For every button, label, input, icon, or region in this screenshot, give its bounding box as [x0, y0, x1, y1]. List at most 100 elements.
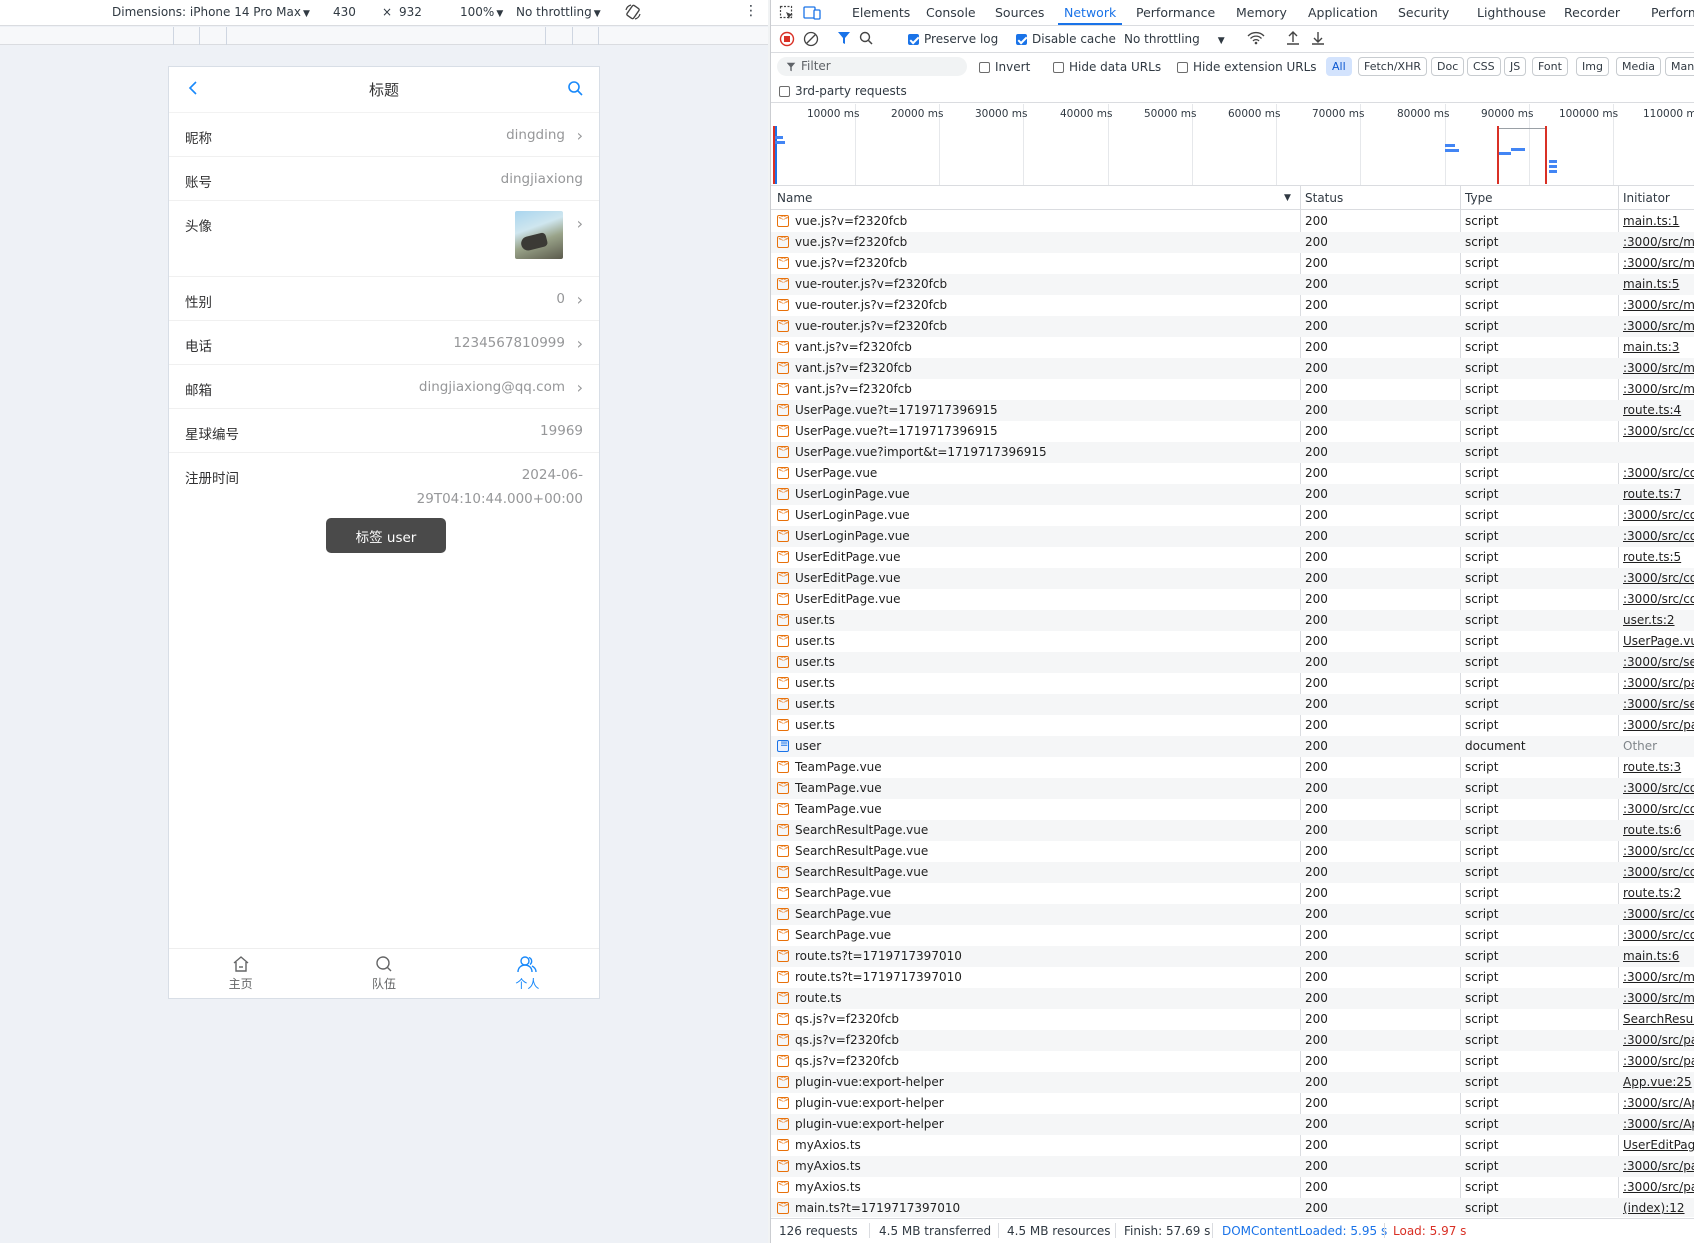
- table-row[interactable]: qs.js?v=f2320fcb 200 script:3000/src/pa: [771, 1051, 1694, 1072]
- device-width-input[interactable]: 430: [333, 5, 356, 19]
- table-row[interactable]: SearchPage.vue 200 script route.ts:2: [771, 883, 1694, 904]
- table-row[interactable]: UserEditPage.vue 200 script route.ts:5: [771, 547, 1694, 568]
- table-row[interactable]: user.ts 200 script:3000/src/se: [771, 652, 1694, 673]
- type-filter-fetch-xhr[interactable]: Fetch/XHR: [1358, 57, 1427, 76]
- request-initiator[interactable]: :3000/src/ma: [1623, 970, 1694, 984]
- request-initiator[interactable]: :3000/src/ma: [1623, 382, 1694, 396]
- request-initiator[interactable]: UserEditPage: [1623, 1138, 1694, 1152]
- request-initiator[interactable]: :3000/src/ma: [1623, 991, 1694, 1005]
- tab-performance[interactable]: Performance: [1136, 5, 1215, 20]
- tab-network[interactable]: Network: [1057, 5, 1123, 25]
- device-toolbar-toggle-icon[interactable]: [803, 5, 821, 24]
- table-row[interactable]: qs.js?v=f2320fcb 200 script SearchResult: [771, 1009, 1694, 1030]
- table-row[interactable]: SearchResultPage.vue 200 script:3000/src/c…: [771, 841, 1694, 862]
- table-row[interactable]: user.ts 200 script:3000/src/pa: [771, 673, 1694, 694]
- request-initiator[interactable]: :3000/src/ma: [1623, 319, 1694, 333]
- tab-performance-insights[interactable]: Perform: [1651, 5, 1694, 20]
- request-initiator[interactable]: :3000/src/pa: [1623, 676, 1694, 690]
- network-throttling-select[interactable]: No throttling ▼: [1124, 32, 1225, 46]
- table-row[interactable]: user.ts 200 script user.ts:2: [771, 610, 1694, 631]
- table-row[interactable]: SearchResultPage.vue 200 script route.ts:6: [771, 820, 1694, 841]
- request-initiator[interactable]: :3000/src/co: [1623, 844, 1694, 858]
- request-initiator[interactable]: :3000/src/ma: [1623, 256, 1694, 270]
- cell-nickname[interactable]: 昵称 dingding ›: [169, 113, 599, 157]
- request-initiator[interactable]: :3000/src/co: [1623, 424, 1694, 438]
- request-initiator[interactable]: main.ts:6: [1623, 949, 1694, 963]
- tab-sources[interactable]: Sources: [995, 5, 1044, 20]
- type-filter-font[interactable]: Font: [1532, 57, 1568, 76]
- table-row[interactable]: UserLoginPage.vue 200 script route.ts:7: [771, 484, 1694, 505]
- table-row[interactable]: route.ts 200 script:3000/src/ma: [771, 988, 1694, 1009]
- request-initiator[interactable]: :3000/src/co: [1623, 529, 1694, 543]
- request-initiator[interactable]: :3000/src/co: [1623, 907, 1694, 921]
- request-initiator[interactable]: :3000/src/se: [1623, 655, 1694, 669]
- request-initiator[interactable]: :3000/src/pa: [1623, 1054, 1694, 1068]
- request-initiator[interactable]: :3000/src/Ap: [1623, 1117, 1694, 1131]
- tab-memory[interactable]: Memory: [1236, 5, 1287, 20]
- cell-avatar[interactable]: 头像 ›: [169, 201, 599, 277]
- request-initiator[interactable]: main.ts:1: [1623, 214, 1694, 228]
- tab-recorder[interactable]: Recorder: [1564, 5, 1620, 20]
- search-icon[interactable]: [859, 31, 873, 48]
- table-row[interactable]: UserEditPage.vue 200 script:3000/src/co: [771, 568, 1694, 589]
- request-initiator[interactable]: :3000/src/co: [1623, 781, 1694, 795]
- tab-home[interactable]: 主页: [169, 949, 312, 998]
- request-initiator[interactable]: route.ts:4: [1623, 403, 1694, 417]
- request-initiator[interactable]: :3000/src/co: [1623, 508, 1694, 522]
- table-row[interactable]: user 200 document Other: [771, 736, 1694, 757]
- cell-gender[interactable]: 性别 0 ›: [169, 277, 599, 321]
- import-har-icon[interactable]: [1286, 30, 1300, 49]
- table-row[interactable]: plugin-vue:export-helper 200 script:3000/s…: [771, 1093, 1694, 1114]
- tab-elements[interactable]: Elements: [852, 5, 910, 20]
- table-row[interactable]: SearchPage.vue 200 script:3000/src/co: [771, 925, 1694, 946]
- table-row[interactable]: UserPage.vue?t=1719717396915 200 script rou…: [771, 400, 1694, 421]
- tab-console[interactable]: Console: [926, 5, 976, 20]
- request-initiator[interactable]: :3000/src/pa: [1623, 1180, 1694, 1194]
- request-initiator[interactable]: route.ts:5: [1623, 550, 1694, 564]
- request-initiator[interactable]: route.ts:2: [1623, 886, 1694, 900]
- type-filter-manifest[interactable]: Manife: [1665, 57, 1694, 76]
- request-initiator[interactable]: :3000/src/ma: [1623, 361, 1694, 375]
- table-row[interactable]: UserEditPage.vue 200 script:3000/src/co: [771, 589, 1694, 610]
- type-filter-all[interactable]: All: [1326, 57, 1352, 76]
- tab-team[interactable]: 队伍: [312, 949, 455, 998]
- back-arrow-icon[interactable]: [187, 80, 199, 101]
- network-overview-timeline[interactable]: 10000 ms 20000 ms 30000 ms 40000 ms 5000…: [771, 104, 1694, 186]
- request-initiator[interactable]: :3000/src/co: [1623, 592, 1694, 606]
- table-row[interactable]: UserLoginPage.vue 200 script:3000/src/co: [771, 526, 1694, 547]
- table-row[interactable]: plugin-vue:export-helper 200 script:3000/s…: [771, 1114, 1694, 1135]
- table-row[interactable]: myAxios.ts 200 script:3000/src/pa: [771, 1177, 1694, 1198]
- table-row[interactable]: qs.js?v=f2320fcb 200 script:3000/src/pa: [771, 1030, 1694, 1051]
- request-initiator[interactable]: :3000/src/pa: [1623, 1033, 1694, 1047]
- table-row[interactable]: vant.js?v=f2320fcb 200 script:3000/src/ma: [771, 358, 1694, 379]
- request-initiator[interactable]: :3000/src/ma: [1623, 298, 1694, 312]
- export-har-icon[interactable]: [1311, 30, 1325, 49]
- device-throttling-select[interactable]: No throttling ▼: [516, 5, 601, 19]
- request-initiator[interactable]: route.ts:6: [1623, 823, 1694, 837]
- request-initiator[interactable]: user.ts:2: [1623, 613, 1694, 627]
- cell-phone[interactable]: 电话 1234567810999 ›: [169, 321, 599, 365]
- type-filter-css[interactable]: CSS: [1467, 57, 1501, 76]
- table-row[interactable]: vue.js?v=f2320fcb 200 script main.ts:1: [771, 211, 1694, 232]
- request-initiator[interactable]: :3000/src/pa: [1623, 718, 1694, 732]
- tab-profile[interactable]: 个人: [456, 949, 599, 998]
- search-icon[interactable]: [567, 80, 583, 99]
- more-options-icon[interactable]: ⋮: [744, 3, 758, 19]
- request-initiator[interactable]: main.ts:3: [1623, 340, 1694, 354]
- hide-data-urls-checkbox[interactable]: Hide data URLs: [1053, 60, 1161, 74]
- request-initiator[interactable]: :3000/src/se: [1623, 697, 1694, 711]
- rotate-icon[interactable]: [624, 3, 642, 24]
- invert-checkbox[interactable]: Invert: [979, 60, 1030, 74]
- table-row[interactable]: myAxios.ts 200 script UserEditPage: [771, 1135, 1694, 1156]
- column-header-name[interactable]: Name: [777, 191, 812, 205]
- request-initiator[interactable]: :3000/src/pa: [1623, 1159, 1694, 1173]
- table-row[interactable]: SearchResultPage.vue 200 script:3000/src/c…: [771, 862, 1694, 883]
- table-row[interactable]: vue-router.js?v=f2320fcb 200 script:3000/s…: [771, 295, 1694, 316]
- filter-input[interactable]: Filter: [777, 57, 967, 76]
- preserve-log-checkbox[interactable]: Preserve log: [908, 32, 998, 46]
- table-row[interactable]: vant.js?v=f2320fcb 200 script:3000/src/ma: [771, 379, 1694, 400]
- tab-lighthouse[interactable]: Lighthouse: [1477, 5, 1546, 20]
- request-initiator[interactable]: (index):12: [1623, 1201, 1694, 1215]
- cell-email[interactable]: 邮箱 dingjiaxiong@qq.com ›: [169, 365, 599, 409]
- request-initiator[interactable]: :3000/src/co: [1623, 802, 1694, 816]
